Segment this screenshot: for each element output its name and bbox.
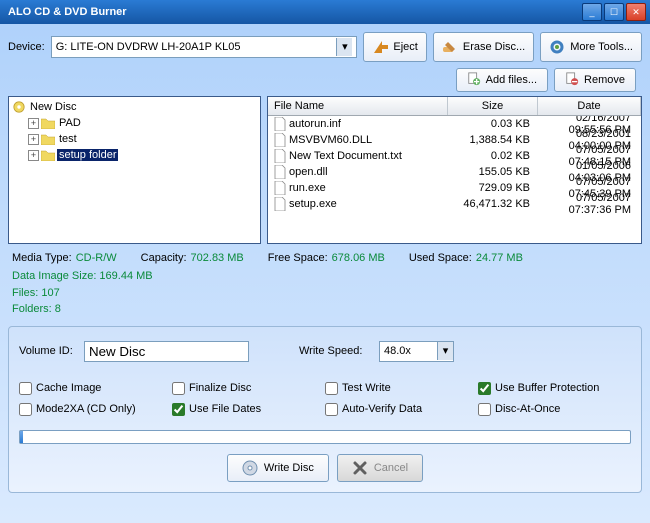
finalize-disc-check[interactable]: Finalize Disc	[172, 378, 325, 399]
content-area: Device: G: LITE-ON DVDRW LH-20A1P KL05 ▾…	[0, 24, 650, 523]
media-type-value: CD-R/W	[76, 252, 117, 264]
file-icon	[274, 149, 286, 163]
checkbox-grid: Cache Image Finalize Disc Test Write Use…	[19, 378, 631, 420]
stats2: Data Image Size: 169.44 MB Files: 107 Fo…	[8, 266, 642, 320]
write-speed-select[interactable]: 48.0x ▾	[379, 341, 454, 362]
disc-icon	[242, 460, 258, 476]
gear-icon	[549, 39, 565, 55]
chevron-down-icon[interactable]: ▾	[437, 342, 453, 360]
stats-row: Media Type: CD-R/W Capacity: 702.83 MB Fre…	[8, 244, 642, 266]
tree-root[interactable]: New Disc	[11, 99, 258, 115]
used-space-value: 24.77 MB	[476, 252, 523, 264]
eject-icon	[372, 39, 388, 55]
device-row: Device: G: LITE-ON DVDRW LH-20A1P KL05 ▾…	[8, 32, 642, 62]
folder-icon	[41, 133, 55, 145]
erase-button[interactable]: Erase Disc...	[433, 32, 534, 62]
volume-row: Volume ID: Write Speed: 48.0x ▾	[19, 341, 631, 362]
used-space-label: Used Space:	[409, 252, 472, 264]
add-icon	[467, 72, 481, 89]
write-disc-button[interactable]: Write Disc	[227, 454, 329, 482]
col-name[interactable]: File Name	[268, 97, 448, 115]
free-space-value: 678.06 MB	[332, 252, 385, 264]
eject-button[interactable]: Eject	[363, 32, 426, 62]
close-button[interactable]: ✕	[626, 3, 646, 21]
remove-icon	[565, 72, 579, 89]
file-icon	[274, 181, 286, 195]
device-label: Device:	[8, 41, 45, 53]
col-size[interactable]: Size	[448, 97, 538, 115]
folders-count: Folders: 8	[12, 301, 638, 318]
column-headers: File Name Size Date	[268, 97, 641, 116]
erase-icon	[442, 39, 458, 55]
window-title: ALO CD & DVD Burner	[4, 6, 580, 18]
file-icon	[274, 117, 286, 131]
minimize-button[interactable]: _	[582, 3, 602, 21]
cache-image-check[interactable]: Cache Image	[19, 378, 172, 399]
progress-bar	[19, 430, 631, 444]
folder-icon	[41, 149, 55, 161]
tree-item[interactable]: + setup folder	[27, 147, 258, 163]
action-buttons: Write Disc Cancel	[19, 454, 631, 482]
auto-verify-check[interactable]: Auto-Verify Data	[325, 399, 478, 420]
device-value: G: LITE-ON DVDRW LH-20A1P KL05	[56, 41, 337, 53]
tree-item[interactable]: + test	[27, 131, 258, 147]
maximize-button[interactable]: ☐	[604, 3, 624, 21]
buffer-protection-check[interactable]: Use Buffer Protection	[478, 378, 631, 399]
free-space-label: Free Space:	[268, 252, 328, 264]
media-type-label: Media Type:	[12, 252, 72, 264]
expand-icon[interactable]: +	[28, 150, 39, 161]
file-dates-check[interactable]: Use File Dates	[172, 399, 325, 420]
progress-fill	[20, 431, 23, 443]
col-date[interactable]: Date	[538, 97, 641, 115]
more-tools-button[interactable]: More Tools...	[540, 32, 642, 62]
files-count: Files: 107	[12, 285, 638, 302]
cancel-button[interactable]: Cancel	[337, 454, 423, 482]
add-files-button[interactable]: Add files...	[456, 68, 548, 92]
volume-id-input[interactable]	[84, 341, 249, 362]
capacity-label: Capacity:	[141, 252, 187, 264]
file-rows[interactable]: autorun.inf0.03 KB02/16/2007 09:55:56 PM…	[268, 116, 641, 243]
cancel-icon	[352, 460, 368, 476]
file-list: File Name Size Date autorun.inf0.03 KB02…	[267, 96, 642, 244]
file-icon	[274, 197, 286, 211]
capacity-value: 702.83 MB	[191, 252, 244, 264]
expand-icon[interactable]: +	[28, 118, 39, 129]
volume-id-label: Volume ID:	[19, 345, 84, 357]
table-row[interactable]: setup.exe46,471.32 KB07/05/2007 07:37:36…	[268, 196, 641, 212]
chevron-down-icon[interactable]: ▾	[336, 38, 352, 56]
file-icon	[274, 165, 286, 179]
expand-icon[interactable]: +	[28, 134, 39, 145]
write-speed-label: Write Speed:	[299, 345, 379, 357]
disc-icon	[12, 101, 26, 113]
disc-at-once-check[interactable]: Disc-At-Once	[478, 399, 631, 420]
titlebar: ALO CD & DVD Burner _ ☐ ✕	[0, 0, 650, 24]
file-icon	[274, 133, 286, 147]
panes: New Disc + PAD + test + setup folder Fil…	[8, 96, 642, 244]
burn-settings-panel: Volume ID: Write Speed: 48.0x ▾ Cache Im…	[8, 326, 642, 493]
folder-tree[interactable]: New Disc + PAD + test + setup folder	[8, 96, 261, 244]
mode2xa-check[interactable]: Mode2XA (CD Only)	[19, 399, 172, 420]
file-buttons-row: Add files... Remove	[8, 68, 636, 92]
data-image-size: Data Image Size: 169.44 MB	[12, 268, 638, 285]
folder-icon	[41, 117, 55, 129]
tree-item[interactable]: + PAD	[27, 115, 258, 131]
test-write-check[interactable]: Test Write	[325, 378, 478, 399]
device-select[interactable]: G: LITE-ON DVDRW LH-20A1P KL05 ▾	[51, 36, 358, 58]
remove-button[interactable]: Remove	[554, 68, 636, 92]
